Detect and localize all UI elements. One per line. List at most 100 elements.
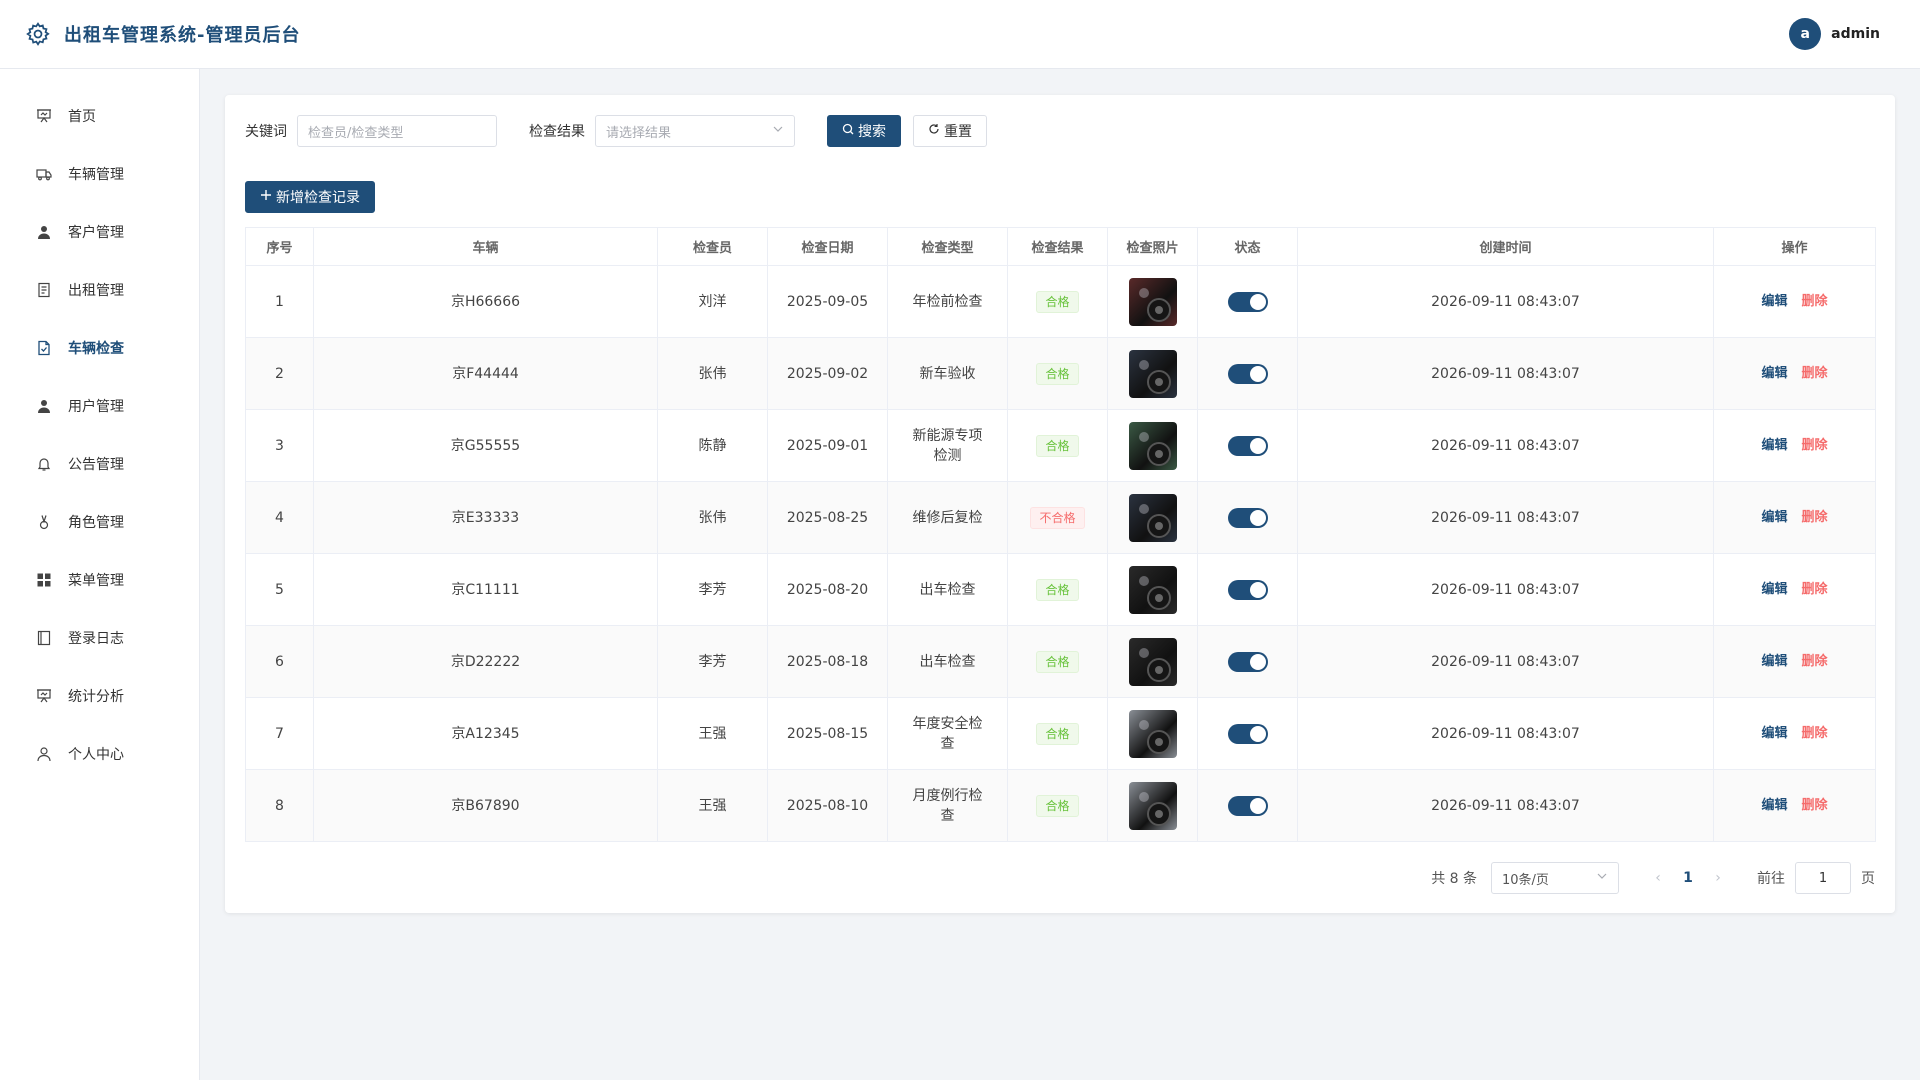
delete-link[interactable]: 删除 (1802, 438, 1828, 453)
result-tag: 合格 (1036, 794, 1079, 817)
prev-page-icon[interactable]: ‹ (1643, 870, 1673, 886)
actions-cell: 编辑 删除 (1713, 481, 1876, 554)
inspection-date-cell: 2025-08-18 (767, 625, 888, 698)
row-number-cell: 4 (245, 481, 314, 554)
photo-cell (1107, 481, 1198, 554)
status-cell (1197, 337, 1298, 410)
table-row: 8 京B67890 王强 2025-08-10 月度例行检查 合格 2026-09-11 0… (245, 769, 1876, 842)
sidebar-item[interactable]: 角色管理 (0, 493, 199, 551)
result-tag: 不合格 (1030, 506, 1085, 529)
delete-link[interactable]: 删除 (1802, 366, 1828, 381)
inspection-table: 序号 车辆 检查员 检查日期 检查类型 检查结果 检查照片 状态 创建时间 操作 1 京H66666… (245, 227, 1876, 842)
sidebar-item-label: 车辆管理 (68, 167, 124, 183)
result-placeholder: 请选择结果 (606, 125, 672, 141)
inspection-photo[interactable] (1128, 781, 1177, 830)
page-size-select[interactable]: 10条/页 (1491, 862, 1619, 894)
inspection-photo[interactable] (1128, 637, 1177, 686)
sidebar-item[interactable]: 车辆检查 (0, 319, 199, 377)
result-tag: 合格 (1036, 362, 1079, 385)
status-toggle[interactable] (1227, 723, 1268, 744)
goto-label: 前往 (1757, 871, 1785, 887)
actions-cell: 编辑 删除 (1713, 337, 1876, 410)
edit-link[interactable]: 编辑 (1761, 726, 1787, 741)
status-toggle[interactable] (1227, 651, 1268, 672)
sidebar-item-label: 统计分析 (68, 689, 124, 705)
chevron-down-icon (772, 123, 784, 139)
edit-link[interactable]: 编辑 (1761, 582, 1787, 597)
sidebar-item[interactable]: 首页 (0, 87, 199, 145)
inspection-photo[interactable] (1128, 565, 1177, 614)
filter-bar: 关键词 检查员/检查类型 检查结果 请选择结果 搜索 重置 (245, 115, 1875, 147)
delete-link[interactable]: 删除 (1802, 798, 1828, 813)
result-cell: 合格 (1007, 265, 1108, 338)
table-row: 6 京D22222 李芳 2025-08-18 出车检查 合格 2026-09-11 08:… (245, 625, 1876, 698)
add-inspection-button[interactable]: 新增检查记录 (245, 181, 375, 213)
inspection-date-cell: 2025-09-05 (767, 265, 888, 338)
plus-icon (260, 189, 272, 205)
inspection-photo[interactable] (1128, 277, 1177, 326)
column-header: 操作 (1713, 227, 1876, 266)
reset-button[interactable]: 重置 (913, 115, 987, 147)
keyword-input[interactable]: 检查员/检查类型 (297, 115, 497, 147)
user-menu[interactable]: a admin (1789, 18, 1880, 50)
status-cell (1197, 409, 1298, 482)
delete-link[interactable]: 删除 (1802, 654, 1828, 669)
inspector-cell: 张伟 (657, 481, 768, 554)
status-toggle[interactable] (1227, 291, 1268, 312)
result-tag: 合格 (1036, 434, 1079, 457)
vehicle-cell: 京E33333 (313, 481, 658, 554)
edit-link[interactable]: 编辑 (1761, 510, 1787, 525)
photo-cell (1107, 409, 1198, 482)
edit-link[interactable]: 编辑 (1761, 654, 1787, 669)
search-label: 搜索 (858, 124, 886, 140)
sidebar-item[interactable]: 用户管理 (0, 377, 199, 435)
table-row: 7 京A12345 王强 2025-08-15 年度安全检查 合格 2026-09-11 0… (245, 697, 1876, 770)
sidebar-item[interactable]: 出租管理 (0, 261, 199, 319)
inspection-type-cell: 维修后复检 (887, 481, 1008, 554)
inspection-photo[interactable] (1128, 709, 1177, 758)
delete-link[interactable]: 删除 (1802, 582, 1828, 597)
next-page-icon[interactable]: › (1703, 870, 1733, 886)
status-toggle[interactable] (1227, 435, 1268, 456)
inspection-date-cell: 2025-09-02 (767, 337, 888, 410)
goto-page-input[interactable]: 1 (1795, 862, 1851, 894)
sidebar-item[interactable]: 车辆管理 (0, 145, 199, 203)
username[interactable]: admin (1831, 26, 1880, 42)
inspector-cell: 李芳 (657, 625, 768, 698)
status-toggle[interactable] (1227, 795, 1268, 816)
sidebar-item[interactable]: 客户管理 (0, 203, 199, 261)
sidebar-item[interactable]: 个人中心 (0, 725, 199, 783)
sidebar-item[interactable]: 菜单管理 (0, 551, 199, 609)
status-toggle[interactable] (1227, 507, 1268, 528)
inspection-date-cell: 2025-08-25 (767, 481, 888, 554)
edit-link[interactable]: 编辑 (1761, 366, 1787, 381)
delete-link[interactable]: 删除 (1802, 726, 1828, 741)
status-toggle[interactable] (1227, 579, 1268, 600)
edit-link[interactable]: 编辑 (1761, 294, 1787, 309)
status-toggle[interactable] (1227, 363, 1268, 384)
sidebar-item[interactable]: 统计分析 (0, 667, 199, 725)
inspection-photo[interactable] (1128, 493, 1177, 542)
page-number[interactable]: 1 (1673, 870, 1703, 886)
reset-label: 重置 (944, 124, 972, 140)
sidebar-item[interactable]: 公告管理 (0, 435, 199, 493)
inspection-photo[interactable] (1128, 421, 1177, 470)
photo-cell (1107, 769, 1198, 842)
delete-link[interactable]: 删除 (1802, 510, 1828, 525)
column-header: 检查日期 (767, 227, 888, 266)
result-select[interactable]: 请选择结果 (595, 115, 795, 147)
edit-link[interactable]: 编辑 (1761, 438, 1787, 453)
created-time-cell: 2026-09-11 08:43:07 (1297, 553, 1714, 626)
sidebar-item[interactable]: 登录日志 (0, 609, 199, 667)
result-cell: 合格 (1007, 409, 1108, 482)
inspection-photo[interactable] (1128, 349, 1177, 398)
status-cell (1197, 769, 1298, 842)
edit-link[interactable]: 编辑 (1761, 798, 1787, 813)
delete-link[interactable]: 删除 (1802, 294, 1828, 309)
search-button[interactable]: 搜索 (827, 115, 901, 147)
inspection-type-cell: 出车检查 (887, 553, 1008, 626)
avatar[interactable]: a (1789, 18, 1822, 50)
status-cell (1197, 481, 1298, 554)
result-cell: 合格 (1007, 769, 1108, 842)
user-filled-icon (36, 224, 52, 240)
